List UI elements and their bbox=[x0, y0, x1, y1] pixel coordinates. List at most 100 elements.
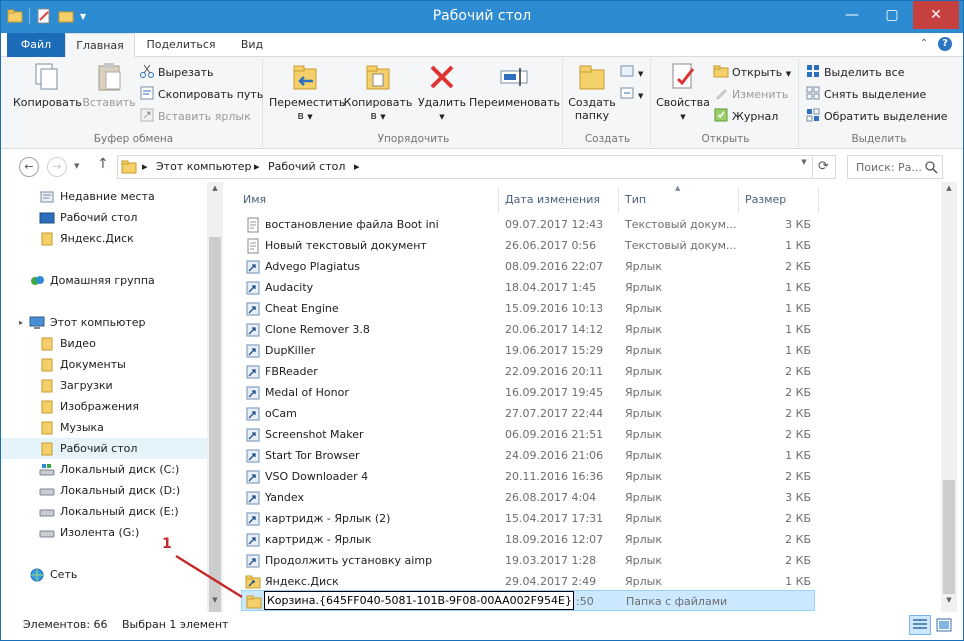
nav-item-disk-d[interactable]: Локальный диск (D:) bbox=[1, 480, 207, 501]
nav-item-network[interactable]: Сеть bbox=[1, 564, 207, 585]
paste-shortcut-button[interactable]: Вставить ярлык bbox=[139, 107, 251, 125]
nav-item-disk-e[interactable]: Локальный диск (E:) bbox=[1, 501, 207, 522]
expand-arrow-icon[interactable]: ▸ bbox=[19, 312, 23, 333]
rename-button[interactable]: Переименовать bbox=[469, 61, 560, 109]
edit-button[interactable]: Изменить bbox=[713, 85, 788, 103]
address-bar[interactable]: ▸ Этот компьютер ▸ Рабочий стол ▸ bbox=[117, 155, 813, 179]
nav-item-music[interactable]: Музыка bbox=[1, 417, 207, 438]
file-row[interactable]: FBReader 22.09.2016 20:11 Ярлык 2 КБ bbox=[241, 361, 815, 382]
large-icons-view-button[interactable] bbox=[933, 615, 955, 635]
chevron-down-icon: ▼ bbox=[638, 70, 644, 78]
nav-item-this-pc[interactable]: ▸ Этот компьютер bbox=[1, 312, 207, 333]
close-button[interactable]: ✕ bbox=[913, 1, 959, 29]
file-row[interactable]: картридж - Ярлык 18.09.2016 12:07 Ярлык 2 К… bbox=[241, 529, 815, 550]
nav-item-disk-g[interactable]: Изолента (G:) bbox=[1, 522, 207, 543]
search-input[interactable]: Поиск: Ра... bbox=[847, 155, 943, 179]
column-header-type[interactable]: Тип bbox=[619, 189, 739, 213]
rename-input[interactable]: Корзина.{645FF040-5081-101B-9F08-00AA002… bbox=[264, 591, 574, 610]
recent-locations-icon[interactable]: ▼ bbox=[74, 162, 79, 170]
breadcrumb-separator-icon[interactable]: ▸ bbox=[254, 160, 260, 173]
file-row[interactable]: oCam 27.07.2017 22:44 Ярлык 2 КБ bbox=[241, 403, 815, 424]
copy-button[interactable]: Копировать bbox=[13, 61, 82, 109]
scroll-up-icon[interactable]: ▲ bbox=[944, 184, 954, 192]
file-row[interactable]: Новый текстовый документ 26.06.2017 0:56 Т… bbox=[241, 235, 815, 256]
file-row[interactable]: Screenshot Maker 06.09.2016 21:51 Ярлык 2 К… bbox=[241, 424, 815, 445]
file-row[interactable]: Yandex 26.08.2017 4:04 Ярлык 3 КБ bbox=[241, 487, 815, 508]
refresh-button[interactable]: ⟳ bbox=[812, 155, 836, 179]
nav-item-documents[interactable]: Документы bbox=[1, 354, 207, 375]
properties-button[interactable]: Свойства ▼ bbox=[655, 61, 711, 124]
nav-item-video[interactable]: Видео bbox=[1, 333, 207, 354]
tab-file[interactable]: Файл bbox=[7, 33, 65, 57]
file-row[interactable]: Medal of Honor 16.09.2017 19:45 Ярлык 2 КБ bbox=[241, 382, 815, 403]
history-button[interactable]: Журнал bbox=[713, 107, 778, 125]
new-item-button[interactable]: ▼ bbox=[619, 63, 643, 81]
clipboard-group-label: Буфер обмена bbox=[93, 133, 174, 145]
cut-button[interactable]: Вырезать bbox=[139, 63, 213, 81]
minimize-button[interactable]: — bbox=[833, 1, 871, 29]
nav-item-recent[interactable]: Недавние места bbox=[1, 186, 207, 207]
nav-scrollbar[interactable]: ▲ ▼ bbox=[207, 182, 223, 612]
scroll-down-icon[interactable]: ▼ bbox=[210, 596, 220, 604]
search-placeholder: Поиск: Ра... bbox=[856, 161, 922, 174]
file-list-scrollbar[interactable]: ▲ ▼ bbox=[941, 182, 957, 612]
file-row[interactable]: DupKiller 19.06.2017 15:29 Ярлык 1 КБ bbox=[241, 340, 815, 361]
file-row[interactable]: Clone Remover 3.8 20.06.2017 14:12 Ярлык 1 … bbox=[241, 319, 815, 340]
column-header-date[interactable]: Дата изменения bbox=[499, 189, 619, 213]
file-row[interactable]: Яндекс.Диск 29.04.2017 2:49 Ярлык 1 КБ bbox=[241, 571, 815, 592]
select-all-button[interactable]: Выделить все bbox=[805, 63, 904, 81]
file-name: Clone Remover 3.8 bbox=[265, 323, 370, 336]
collapse-ribbon-icon[interactable]: ⌃ bbox=[917, 37, 931, 51]
renaming-row[interactable]: Корзина.{645FF040-5081-101B-9F08-00AA002… bbox=[241, 590, 815, 611]
help-icon[interactable]: ? bbox=[938, 37, 952, 51]
tab-home[interactable]: Главная bbox=[65, 33, 135, 58]
back-button[interactable]: ← bbox=[19, 157, 39, 177]
nav-item-homegroup[interactable]: Домашняя группа bbox=[1, 270, 207, 291]
nav-item-pc-desktop[interactable]: Рабочий стол bbox=[1, 438, 207, 459]
file-size: 2 КБ bbox=[785, 554, 811, 567]
file-row[interactable]: VSO Downloader 4 20.11.2016 16:36 Ярлык 2 К… bbox=[241, 466, 815, 487]
file-size: 1 КБ bbox=[785, 302, 811, 315]
file-row[interactable]: Cheat Engine 15.09.2016 10:13 Ярлык 1 КБ bbox=[241, 298, 815, 319]
nav-item-pictures[interactable]: Изображения bbox=[1, 396, 207, 417]
breadcrumb-this-pc[interactable]: Этот компьютер bbox=[156, 160, 252, 173]
file-row[interactable]: картридж - Ярлык (2) 15.04.2017 17:31 Ярлы… bbox=[241, 508, 815, 529]
nav-item-desktop[interactable]: Рабочий стол bbox=[1, 207, 207, 228]
nav-item-disk-c[interactable]: Локальный диск (C:) bbox=[1, 459, 207, 480]
column-header-size[interactable]: Размер bbox=[739, 189, 819, 213]
copy-to-button[interactable]: Копировать в ▼ bbox=[343, 61, 413, 124]
breadcrumb-desktop[interactable]: Рабочий стол bbox=[268, 160, 345, 173]
nav-item-yandex-disk[interactable]: Яндекс.Диск bbox=[1, 228, 207, 249]
details-view-button[interactable] bbox=[909, 615, 931, 635]
nav-item-downloads[interactable]: Загрузки bbox=[1, 375, 207, 396]
forward-button[interactable]: → bbox=[47, 157, 67, 177]
invert-selection-button[interactable]: Обратить выделение bbox=[805, 107, 948, 125]
scroll-down-icon[interactable]: ▼ bbox=[944, 596, 954, 604]
open-button[interactable]: Открыть ▼ bbox=[713, 63, 791, 81]
new-item-icon bbox=[620, 65, 634, 77]
tab-share[interactable]: Поделиться bbox=[139, 33, 223, 57]
address-history-icon[interactable]: ▼ bbox=[797, 155, 811, 169]
select-none-button[interactable]: Снять выделение bbox=[805, 85, 926, 103]
delete-button[interactable]: Удалить ▼ bbox=[417, 61, 467, 124]
breadcrumb-separator-icon[interactable]: ▸ bbox=[142, 160, 148, 173]
file-row[interactable]: Продолжить установку aimp 19.03.2017 1:28… bbox=[241, 550, 815, 571]
file-row[interactable]: Advego Plagiatus 08.09.2016 22:07 Ярлык 2 К… bbox=[241, 256, 815, 277]
breadcrumb-separator-icon[interactable]: ▸ bbox=[354, 160, 360, 173]
nav-scrollbar-thumb[interactable] bbox=[209, 237, 221, 612]
file-type: Ярлык bbox=[625, 344, 662, 357]
scroll-up-icon[interactable]: ▲ bbox=[210, 184, 220, 192]
maximize-button[interactable]: ▢ bbox=[873, 1, 911, 29]
easy-access-button[interactable]: ▼ bbox=[619, 85, 643, 103]
new-folder-button[interactable]: Создать папку bbox=[567, 61, 617, 122]
copy-path-button[interactable]: Скопировать путь bbox=[139, 85, 263, 103]
up-button[interactable]: ↑ bbox=[97, 156, 109, 172]
column-header-name[interactable]: Имя bbox=[237, 189, 499, 213]
paste-button[interactable]: Вставить bbox=[81, 61, 137, 109]
file-row[interactable]: востановление файла Boot ini 09.07.2017 1… bbox=[241, 214, 815, 235]
file-list-scrollbar-thumb[interactable] bbox=[943, 480, 955, 594]
tab-view[interactable]: Вид bbox=[229, 33, 275, 57]
move-to-button[interactable]: Переместить в ▼ bbox=[269, 61, 345, 124]
file-row[interactable]: Audacity 18.04.2017 1:45 Ярлык 1 КБ bbox=[241, 277, 815, 298]
file-row[interactable]: Start Tor Browser 24.09.2016 21:06 Ярлык 1 … bbox=[241, 445, 815, 466]
